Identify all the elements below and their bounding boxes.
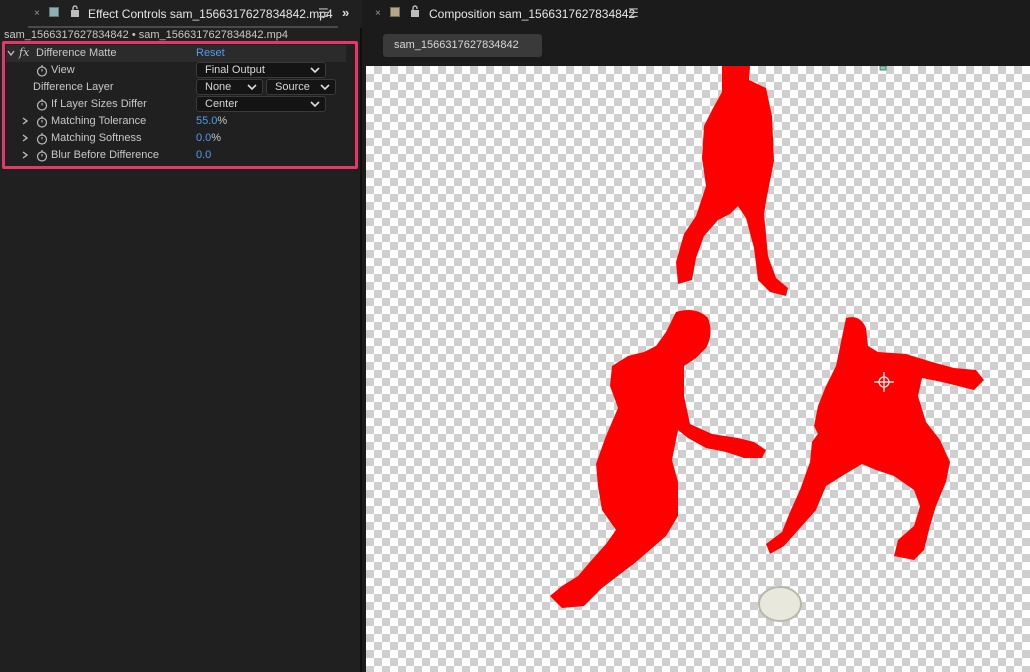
layer-handle: [879, 66, 887, 71]
panel-menu-icon[interactable]: ☰: [318, 6, 329, 20]
silhouette-player-top: [676, 66, 788, 296]
silhouette-player-left: [550, 310, 766, 608]
close-icon[interactable]: ×: [34, 8, 40, 19]
close-icon[interactable]: ×: [375, 8, 381, 19]
effect-controls-tab[interactable]: × Effect Controls sam_1566317627834842.m…: [0, 0, 362, 28]
composition-panel: × Composition sam_1566317627834842 ☰ sam…: [364, 0, 1030, 672]
composition-tab-title: Composition sam_1566317627834842: [429, 7, 636, 21]
effect-controls-panel: × Effect Controls sam_1566317627834842.m…: [0, 0, 362, 672]
ball: [758, 586, 802, 622]
matte-preview: [550, 66, 984, 622]
overflow-icon[interactable]: »: [342, 5, 349, 20]
highlight-annotation: [2, 41, 358, 169]
tab-title: Effect Controls sam_1566317627834842.mp4: [88, 7, 333, 21]
effect-controls-icon: [49, 7, 59, 17]
panel-menu-icon[interactable]: ☰: [628, 6, 639, 20]
lock-icon[interactable]: [410, 5, 420, 17]
composition-icon: [390, 7, 400, 17]
silhouette-player-right: [766, 317, 984, 560]
active-tab-indicator: [28, 26, 338, 28]
composition-subtab[interactable]: sam_1566317627834842: [383, 34, 542, 57]
lock-icon[interactable]: [70, 5, 80, 17]
subtab-label: sam_1566317627834842: [394, 39, 519, 51]
composition-viewer[interactable]: [366, 66, 1030, 672]
layer-path: sam_1566317627834842 • sam_1566317627834…: [4, 29, 288, 41]
